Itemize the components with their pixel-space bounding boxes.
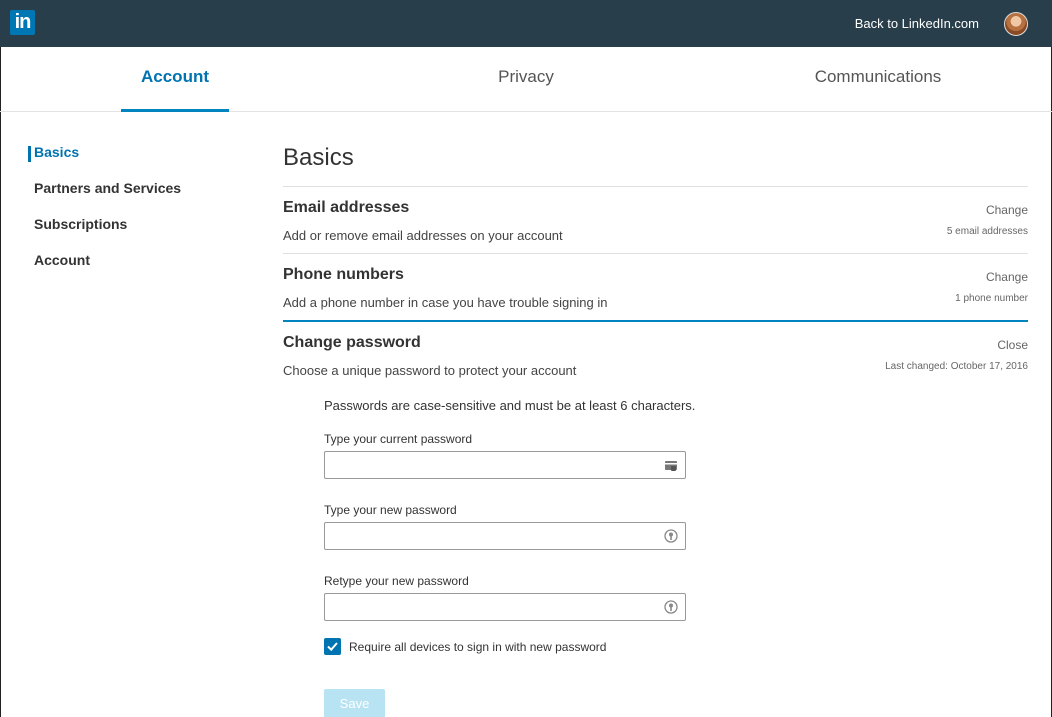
key-icon[interactable] — [664, 529, 678, 543]
new-password-field[interactable] — [324, 522, 686, 550]
new-password-input[interactable] — [325, 523, 685, 549]
current-password-label: Type your current password — [324, 432, 473, 446]
phone-numbers-section: Phone numbers Add a phone number in case… — [283, 253, 1028, 320]
sidebar-item-account[interactable]: Account — [28, 252, 228, 288]
password-close-link[interactable]: Close — [997, 338, 1028, 352]
tab-account[interactable]: Account — [121, 67, 229, 87]
email-section-title: Email addresses — [283, 199, 410, 216]
phone-count: 1 phone number — [955, 293, 1028, 304]
email-count: 5 email addresses — [946, 226, 1028, 237]
key-icon[interactable] — [664, 600, 678, 614]
sidebar: Basics Partners and Services Subscriptio… — [28, 144, 228, 288]
email-change-link[interactable]: Change — [986, 203, 1028, 217]
require-signin-checkbox[interactable] — [324, 638, 341, 655]
back-to-linkedin-link[interactable]: Back to LinkedIn.com — [855, 16, 979, 31]
avatar[interactable] — [1004, 12, 1028, 36]
password-section-title: Change password — [283, 334, 421, 351]
sidebar-item-basics[interactable]: Basics — [28, 144, 228, 180]
require-signin-label[interactable]: Require all devices to sign in with new … — [349, 640, 606, 654]
password-requirements-note: Passwords are case-sensitive and must be… — [324, 398, 696, 413]
linkedin-logo-icon[interactable]: in — [10, 10, 35, 35]
new-password-label: Type your new password — [324, 503, 457, 517]
password-manager-icon[interactable] — [664, 458, 678, 472]
main-content: Basics Email addresses Add or remove ema… — [283, 144, 1028, 717]
sidebar-item-subscriptions[interactable]: Subscriptions — [28, 216, 228, 252]
email-section-description: Add or remove email addresses on your ac… — [283, 228, 563, 243]
top-bar: in Back to LinkedIn.com — [0, 0, 1052, 47]
save-button[interactable]: Save — [324, 689, 385, 717]
password-section-description: Choose a unique password to protect your… — [283, 363, 577, 378]
current-password-input[interactable] — [325, 452, 685, 478]
phone-change-link[interactable]: Change — [986, 270, 1028, 284]
current-password-field[interactable] — [324, 451, 686, 479]
active-tab-indicator — [121, 109, 229, 112]
phone-section-title: Phone numbers — [283, 266, 404, 283]
settings-tabs: Account Privacy Communications — [0, 47, 1052, 112]
retype-password-label: Retype your new password — [324, 574, 469, 588]
phone-section-description: Add a phone number in case you have trou… — [283, 295, 608, 310]
change-password-section: Change password Choose a unique password… — [283, 320, 1028, 717]
checkmark-icon — [327, 642, 338, 652]
email-addresses-section: Email addresses Add or remove email addr… — [283, 186, 1028, 253]
password-last-changed: Last changed: October 17, 2016 — [885, 361, 1028, 372]
tab-privacy[interactable]: Privacy — [426, 67, 626, 87]
retype-password-input[interactable] — [325, 594, 685, 620]
sidebar-item-partners-and-services[interactable]: Partners and Services — [28, 180, 228, 216]
page-title: Basics — [283, 144, 354, 171]
tab-communications[interactable]: Communications — [778, 67, 978, 87]
retype-password-field[interactable] — [324, 593, 686, 621]
